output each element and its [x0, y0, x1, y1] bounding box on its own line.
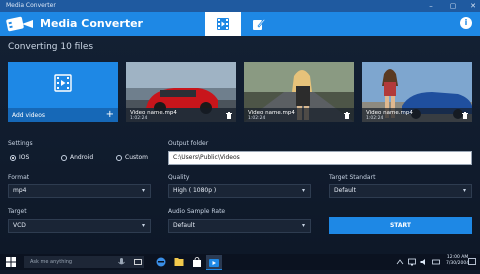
- trash-icon[interactable]: [462, 112, 468, 119]
- info-icon[interactable]: i: [460, 17, 472, 29]
- task-view-icon[interactable]: [134, 258, 142, 266]
- minimize-button[interactable]: –: [424, 1, 438, 11]
- radio-label: IOS: [19, 154, 30, 161]
- video-card[interactable]: Video name.mp4 1:02:24: [244, 62, 354, 122]
- radio-ios[interactable]: IOS: [10, 154, 29, 161]
- chevron-down-icon: ▾: [462, 187, 466, 194]
- format-select[interactable]: mp4 ▾: [8, 184, 151, 198]
- radio-android[interactable]: Android: [61, 154, 93, 161]
- video-card[interactable]: Video name.mp4 1:02:24: [126, 62, 236, 122]
- edge-browser-icon[interactable]: [156, 257, 166, 267]
- media-converter-taskbar-button[interactable]: [206, 255, 222, 270]
- chevron-down-icon: ▾: [141, 187, 145, 194]
- file-explorer-icon[interactable]: [174, 257, 184, 267]
- media-converter-icon: [206, 259, 222, 270]
- video-duration: 1:02:24: [366, 116, 384, 121]
- target-standart-label: Target Standart: [329, 174, 376, 181]
- video-card[interactable]: Video name.mp4 1:02:24: [362, 62, 472, 122]
- quality-select[interactable]: High ( 1080p ) ▾: [168, 184, 311, 198]
- trash-icon[interactable]: [226, 112, 232, 119]
- app-logo-icon: [6, 15, 36, 33]
- volume-icon[interactable]: [420, 258, 428, 266]
- chevron-down-icon: ▾: [301, 187, 305, 194]
- add-videos-button[interactable]: Add videos +: [8, 62, 118, 122]
- radio-custom[interactable]: Custom: [116, 154, 148, 161]
- maximize-button[interactable]: ▢: [446, 1, 460, 11]
- app-title: Media Converter: [40, 17, 143, 30]
- start-button[interactable]: START: [329, 217, 472, 234]
- keyboard-icon[interactable]: [432, 258, 440, 266]
- audio-sample-rate-select[interactable]: Default ▾: [168, 219, 311, 233]
- edit-tools-icon: [253, 18, 266, 30]
- target-standart-value: Default: [334, 187, 356, 194]
- film-convert-icon: [217, 18, 229, 30]
- video-duration: 1:02:24: [130, 116, 148, 121]
- radio-label: Android: [70, 154, 94, 161]
- radio-dot: [116, 154, 122, 161]
- taskbar-search-input[interactable]: Ask me anything: [24, 256, 144, 268]
- microphone-icon[interactable]: [118, 258, 125, 267]
- target-standart-select[interactable]: Default ▾: [329, 184, 472, 198]
- page-title: Converting 10 files: [8, 42, 94, 52]
- audio-sample-rate-label: Audio Sample Rate: [168, 208, 226, 215]
- add-videos-label: Add videos: [12, 112, 46, 119]
- notification-icon[interactable]: [468, 258, 476, 266]
- windows-start-icon[interactable]: [6, 257, 16, 267]
- chevron-down-icon: ▾: [301, 222, 305, 229]
- output-folder-input[interactable]: C:\Users\Public\Videos: [168, 151, 472, 165]
- video-duration: 1:02:24: [248, 116, 266, 121]
- radio-dot: [61, 154, 67, 161]
- trash-icon[interactable]: [344, 112, 350, 119]
- taskbar-clock[interactable]: 12:00 AM 7/30/2004: [446, 255, 469, 267]
- format-value: mp4: [13, 187, 27, 194]
- store-icon[interactable]: [192, 257, 202, 267]
- radio-dot: [10, 154, 16, 161]
- quality-value: High ( 1080p ): [173, 187, 217, 194]
- tab-convert[interactable]: [205, 12, 241, 36]
- radio-label: Custom: [125, 154, 148, 161]
- network-icon[interactable]: [408, 258, 416, 266]
- chevron-up-icon[interactable]: [396, 259, 404, 265]
- plus-icon: +: [105, 109, 114, 120]
- film-icon: [54, 74, 72, 92]
- chevron-down-icon: ▾: [141, 222, 145, 229]
- target-label: Target: [8, 208, 27, 215]
- output-folder-label: Output folder: [168, 140, 209, 147]
- audio-sample-rate-value: Default: [173, 222, 195, 229]
- target-value: VCD: [13, 222, 26, 229]
- quality-label: Quality: [168, 174, 190, 181]
- target-select[interactable]: VCD ▾: [8, 219, 151, 233]
- window-title: Media Converter: [6, 2, 56, 9]
- settings-label: Settings: [8, 140, 33, 147]
- close-button[interactable]: ✕: [466, 1, 480, 11]
- tab-tools[interactable]: [241, 12, 277, 36]
- window-titlebar: Media Converter – ▢ ✕: [0, 0, 480, 12]
- clock-date: 7/30/2004: [446, 261, 470, 266]
- format-label: Format: [8, 174, 30, 181]
